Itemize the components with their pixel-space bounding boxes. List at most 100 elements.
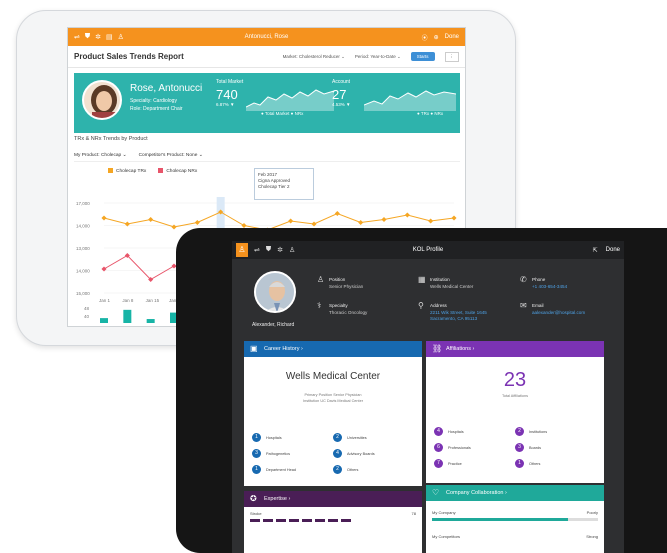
expertise-row: Stroke 78 [244,507,422,526]
profile-name: Rose, Antonucci [130,83,203,94]
apply-button[interactable]: Starts [410,52,435,61]
market-filter[interactable]: Market: Cholesterol Reducer ⌄ [283,54,345,60]
collaboration-header[interactable]: ♡ Company Collaboration › [426,485,604,501]
list-item[interactable]: 1 Others [515,459,596,468]
list-item[interactable]: 4 Hospitals [434,427,515,436]
done-button[interactable]: Done [606,247,620,254]
collab-bar-company [432,518,598,521]
data-point [288,218,294,224]
profile-role: Role: Department Chair [130,106,183,112]
collab-row-company: My Company Poorly [432,510,598,515]
data-point [358,219,364,226]
location-pin-icon: ⚲ [418,301,424,310]
bar-y-tick-label: 48 [84,306,90,311]
affiliations-card: ⛓ Affiliations › 23 Total Affiliations 4… [426,341,604,483]
x-tick-label: Jan 15 [146,298,160,303]
building-icon: ▦ [418,275,426,284]
page-title: Product Sales Trends Report [74,52,184,61]
briefcase-icon: ▣ [250,344,258,353]
list-item[interactable]: 3 Boards [515,443,596,452]
specialty-field: ⚕ Specialty Thoracic Oncology [317,301,368,315]
top-toolbar: ⇌ ⛊ ✲ ▤ ♙ Antonucci, Rose ⦿ ⊕ Done [68,28,465,46]
kpi-total-market: Total Market 740 6.87% ▼ ● Total Market … [216,79,304,116]
top-toolbar-dark: ♙ ⇌ ⛊ ✲ ♙ KOL Profile ⇱ Done [232,241,624,259]
globe-icon[interactable]: ⊕ [434,34,439,41]
profile-banner: Rose, Antonucci Specialty: Cardiology Ro… [74,73,460,133]
phone-field: ✆ Phone +1 403-654-3454 [520,275,568,291]
list-item[interactable]: 7 Practice [434,459,515,468]
my-product-select[interactable]: My Product: Cholecap ⌄ [74,153,127,158]
list-item[interactable]: 3 Pathogenetics [252,449,333,458]
window-title: KOL Profile [412,247,444,253]
bar-y-tick-label: 20 [84,322,90,323]
y-tick-label: 17,000 [76,201,90,206]
collab-row-competitors: My Competitors Strong [432,534,598,539]
avatar [82,80,122,120]
phone-icon: ✆ [520,275,527,284]
period-filter[interactable]: Period: Year-to-Date ⌄ [355,54,401,60]
trends-section-title: TRx & NRx Trends by Product [74,136,148,142]
kol-name: Alexander, Richard [252,322,295,328]
email-link[interactable]: aalexander@hospital.com [532,310,585,317]
address-field: ⚲ Address 2211 Wik Street, Suite 1645 Sa… [418,301,487,321]
y-tick-label: 14,000 [76,269,90,274]
y-tick-label: 14,000 [76,224,90,229]
expertise-header[interactable]: ✪ Expertise › [244,491,422,507]
affiliations-header[interactable]: ⛓ Affiliations › [426,341,604,357]
x-tick-label: Jan 1 [99,298,111,303]
list-item[interactable]: 4 Advisory Boards [333,449,414,458]
done-button[interactable]: Done [445,34,459,40]
bar [100,318,108,323]
y-tick-label: 15,000 [76,291,90,296]
list-item[interactable]: 2 Institutions [515,427,596,436]
list-item[interactable]: 1 Department Head [252,465,333,474]
affiliations-count-label: Total Affiliations [501,394,529,398]
expertise-card: ✪ Expertise › Stroke 78 [244,491,422,553]
data-point [334,210,340,217]
career-categories: 1 Hospitals 2 Universities 3 Pathogenetics … [252,433,414,474]
y-tick-label: 13,000 [76,246,90,251]
window-title: Antonucci, Rose [244,34,289,40]
list-item[interactable]: 2 Universities [333,433,414,442]
medal-icon: ✪ [250,494,257,503]
event-tooltip: Feb 2017 Cigna Approved Cholecap Tier 2 [254,168,314,200]
affiliations-count: 23 [503,369,527,391]
career-history-header[interactable]: ▣ Career History › [244,341,422,357]
data-point [381,216,387,223]
kol-profile-header: Alexander, Richard ♙ Position Senior Phy… [232,259,624,339]
bar [123,309,132,323]
x-tick-label: Jan 8 [122,298,134,303]
list-item[interactable]: 1 Hospitals [252,433,333,442]
options-button[interactable]: ⋮ [444,51,459,62]
data-point [101,215,107,221]
data-point [428,218,434,224]
record-icon[interactable]: ⦿ [422,33,428,42]
company-collaboration-card: ♡ Company Collaboration › My Company Poor… [426,485,604,553]
total-market-sparkline [246,89,334,111]
profile-specialty: Specialty: Cardiology [130,98,177,104]
list-item[interactable]: 6 Professionals [434,443,515,452]
phone-link[interactable]: +1 403-654-3454 [532,284,567,291]
avatar [254,271,296,313]
competitor-product-select[interactable]: Competitor's Product: None ⌄ [139,153,203,158]
list-item[interactable]: 2 Others [333,465,414,474]
career-history-card: ▣ Career History › Wells Medical Center … [244,341,422,486]
career-institution: Wells Medical Center [285,371,381,382]
data-point [194,219,200,226]
affiliation-categories: 4 Hospitals 2 Institutions 6 Professionals … [434,427,596,468]
bar [146,319,155,323]
data-point [451,215,457,221]
data-point [148,216,154,223]
career-details: Primary Position Senior Physician Instit… [303,393,363,403]
kpi-account: Account 27 4.53% ▼ ● TRx ● NRx [332,79,444,116]
expertise-score-bar [250,519,416,522]
stethoscope-icon: ⚕ [317,301,322,310]
data-point [404,212,410,218]
product-selectors: My Product: Cholecap ⌄ Competitor's Prod… [74,150,460,162]
mail-icon: ✉ [520,301,527,310]
kol-profile-screen: ♙ ⇌ ⛊ ✲ ♙ KOL Profile ⇱ Done Alexander, … [232,241,624,553]
person-outline-icon: ♙ [317,275,325,284]
share-icon[interactable]: ⇱ [593,247,598,254]
handshake-icon: ♡ [432,488,440,497]
position-field: ♙ Position Senior Physician [317,275,364,289]
